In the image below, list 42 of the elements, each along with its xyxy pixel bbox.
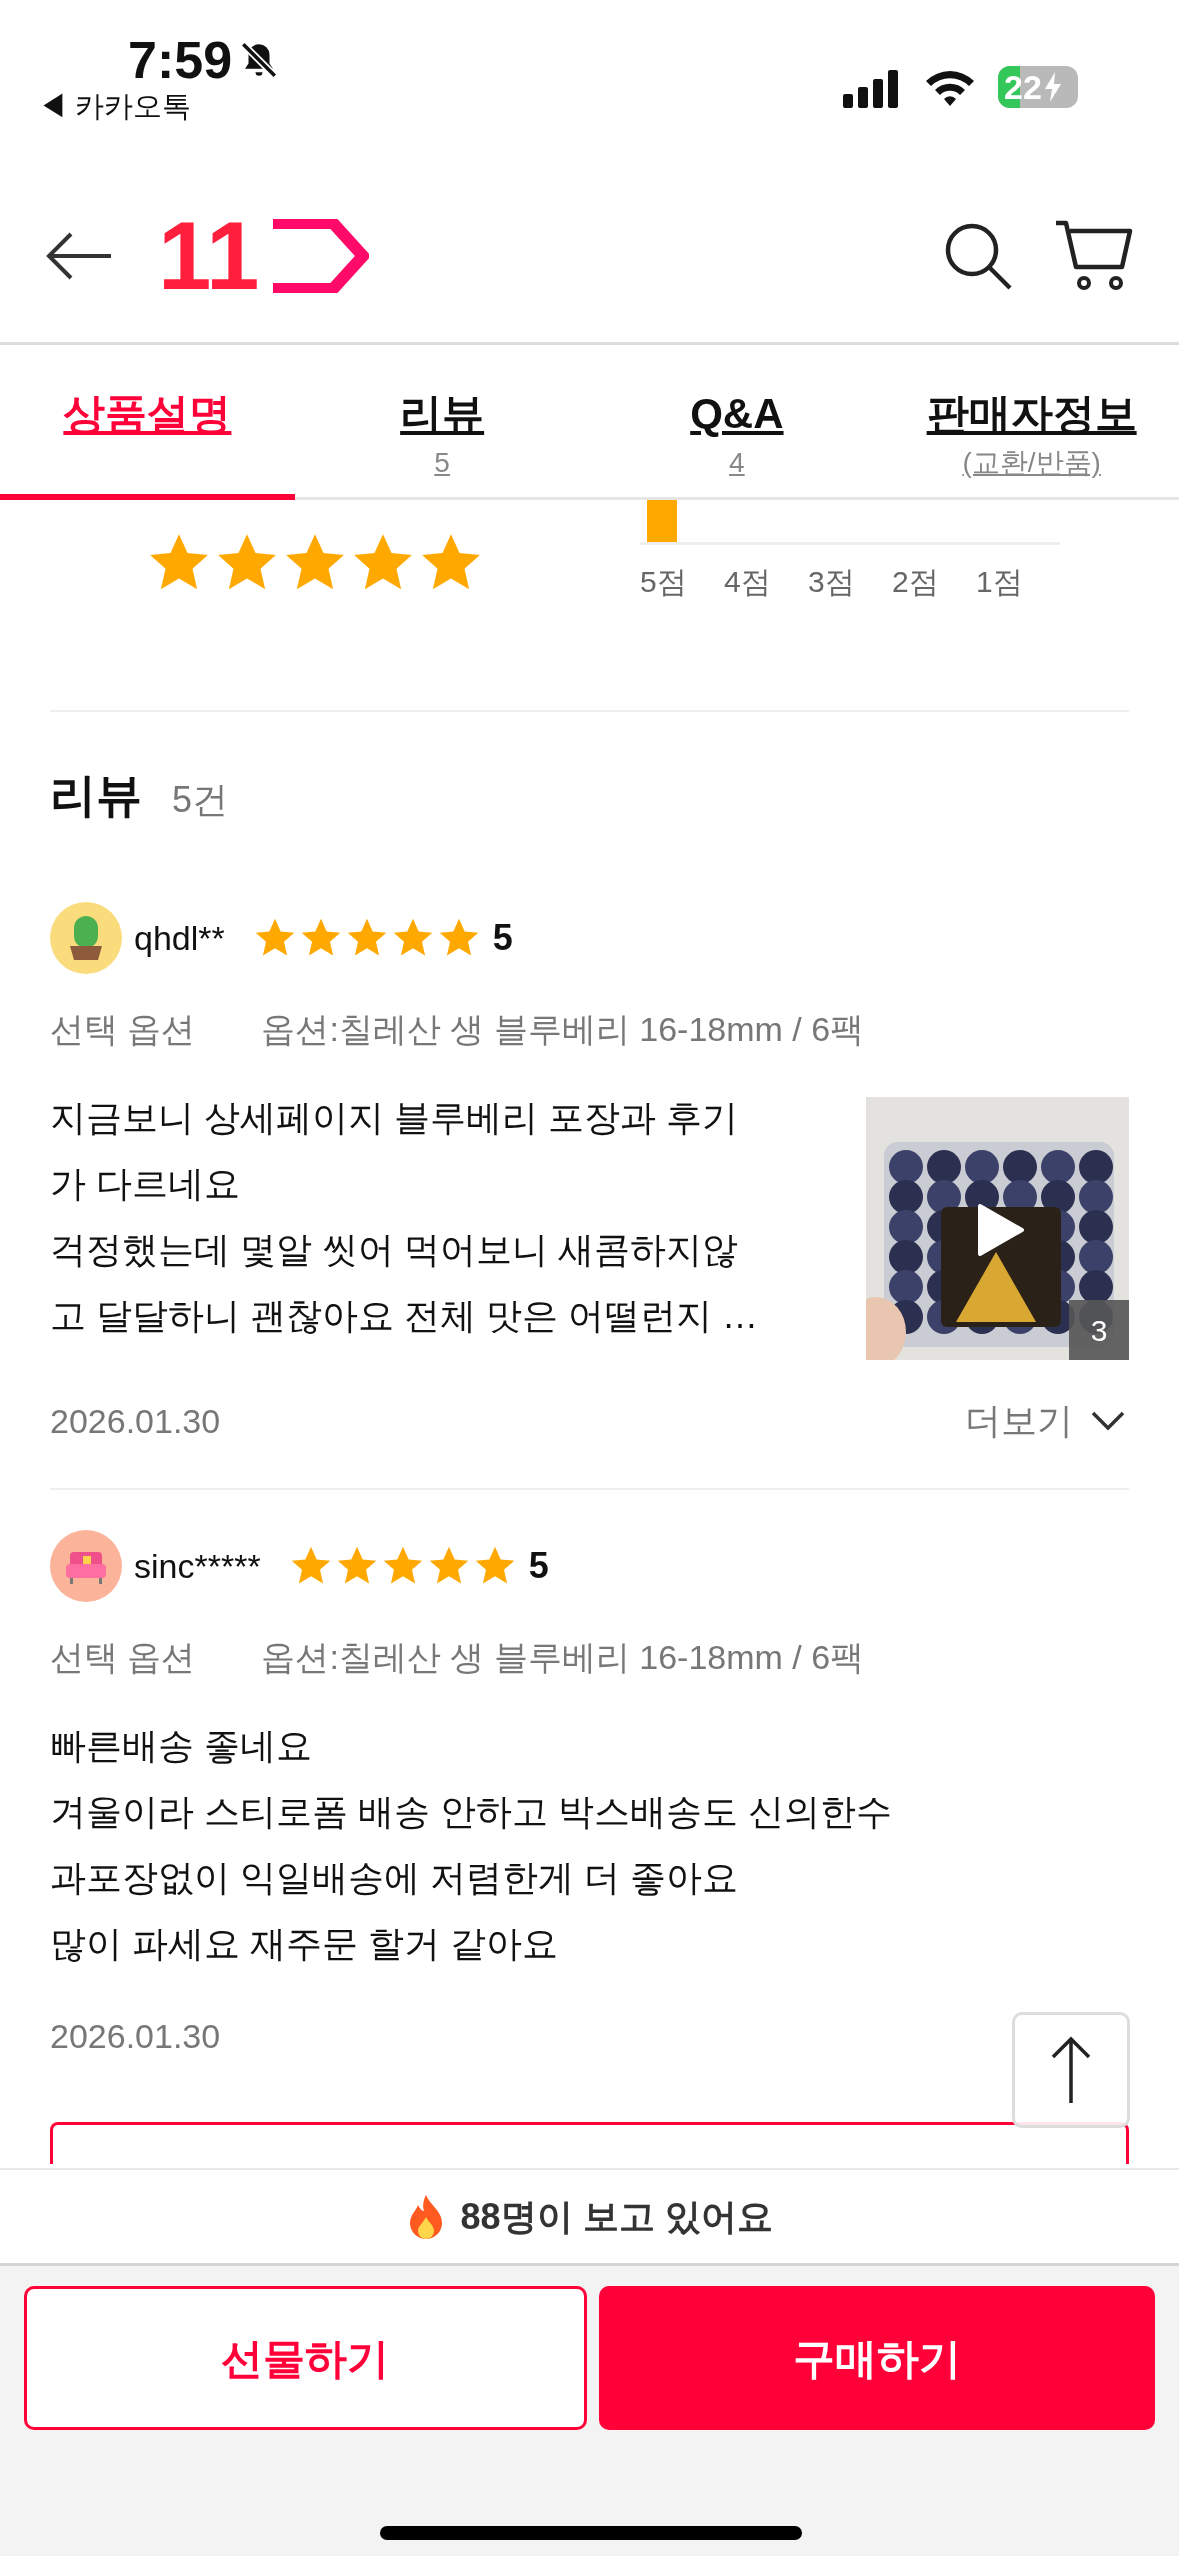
option-value: 옵션:칠레산 생 블루베리 16-18mm / 6팩 — [261, 1009, 865, 1050]
cart-icon[interactable] — [1054, 219, 1134, 293]
rating-label: 1점 — [976, 565, 1023, 598]
review-score: 5 — [492, 916, 513, 960]
tab[interactable]: 판매자정보 (교환/반품) — [884, 345, 1179, 497]
viewing-banner: 88명이 보고 있어요 — [0, 2168, 1179, 2266]
more-button[interactable]: 더보기 — [965, 1394, 1125, 1448]
signal-icon — [843, 70, 901, 108]
review-date: 2026.01.30 — [50, 1400, 221, 1442]
arrow-up-icon — [1051, 2035, 1091, 2105]
scroll-top-button[interactable] — [1012, 2012, 1130, 2128]
photo-count-badge: 3 — [1069, 1300, 1129, 1360]
back-arrow-icon[interactable] — [45, 231, 113, 281]
logo-text[interactable]: 11 — [158, 208, 264, 304]
tab[interactable]: 상품설명 — [0, 345, 295, 500]
cactus-avatar-icon — [50, 902, 122, 974]
gift-button[interactable]: 선물하기 — [24, 2286, 587, 2430]
review-count: 5건 — [172, 782, 229, 818]
chevron-down-icon — [1091, 1411, 1125, 1431]
sofa-avatar-icon — [50, 1530, 122, 1602]
review-date: 2026.01.30 — [50, 2016, 221, 2057]
option-label: 선택 옵션 — [50, 1637, 196, 1678]
option-value: 옵션:칠레산 생 블루베리 16-18mm / 6팩 — [261, 1637, 865, 1678]
review-score: 5 — [528, 1544, 549, 1588]
rating-label: 2점 — [892, 565, 939, 598]
option-label: 선택 옵션 — [50, 1009, 196, 1050]
tab[interactable]: 리뷰 5 — [294, 345, 590, 497]
rating-bar — [647, 500, 677, 542]
play-icon[interactable] — [976, 1202, 1026, 1258]
back-to-app-link[interactable]: ◀ 카카오톡 — [38, 92, 192, 121]
tab[interactable]: Q&A 4 — [589, 345, 885, 497]
buy-button[interactable]: 구매하기 — [598, 2286, 1155, 2430]
reviewer-name: sinc***** — [134, 1545, 261, 1587]
reviews-title: 리뷰 — [50, 772, 142, 818]
status-time: 7:59 — [128, 34, 233, 86]
reviewer-name: qhdl** — [134, 917, 225, 959]
review-text: 지금보니 상세페이지 블루베리 포장과 후기 가 다르네요 걱정했는데 몇알 씻어 먹어보니 새콤하지않 고 달달하니 괜찮아요 전체 맛은 어떨런지 … — [50, 1096, 758, 1338]
rating-label: 4점 — [724, 565, 771, 598]
rating-label: 5점 — [640, 565, 687, 598]
wifi-icon — [924, 68, 976, 108]
rating-label: 3점 — [808, 565, 855, 598]
review-text: 빠른배송 좋네요 겨울이라 스티로폼 배송 안하고 박스배송도 신의한수 과포장없이 익일배송에 저렴한게 더 좋아요 많이 파세요 재주문 할거 같아요 — [50, 1724, 892, 1966]
